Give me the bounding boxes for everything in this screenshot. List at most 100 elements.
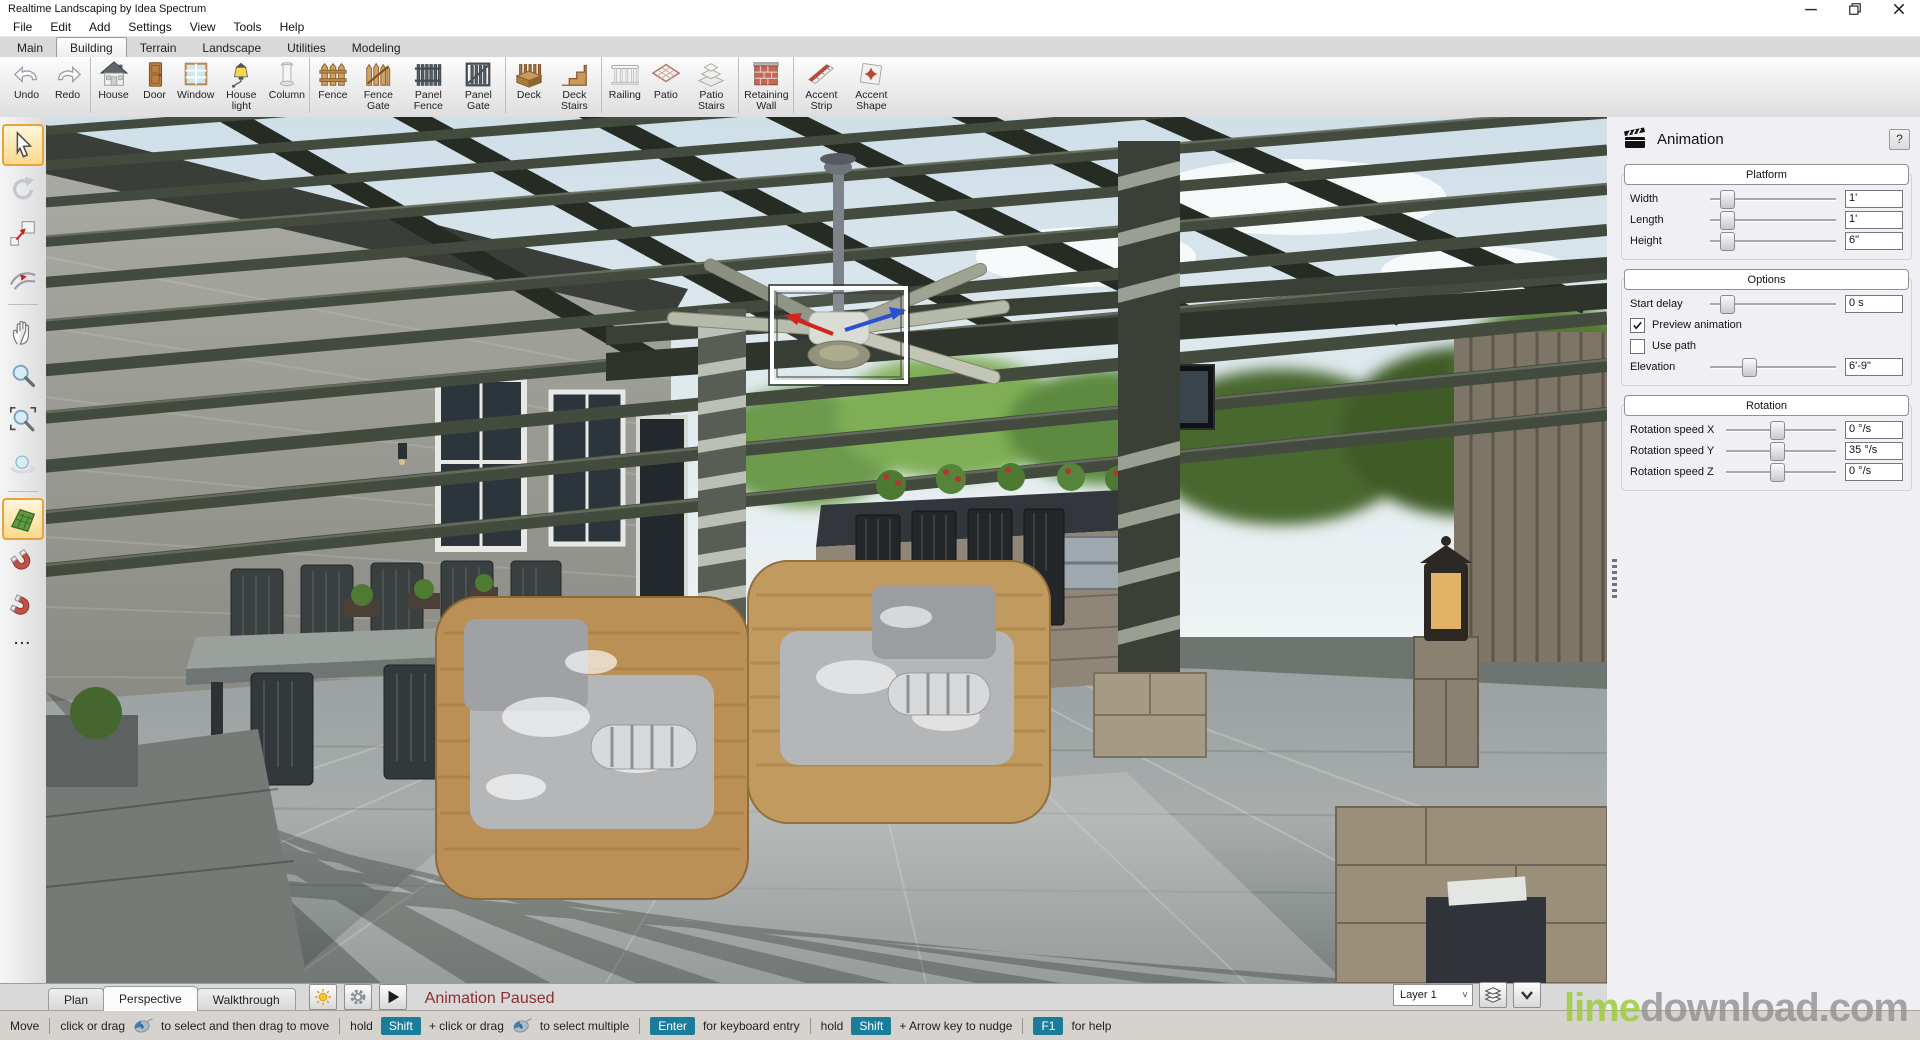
magnifier-region-icon — [8, 405, 38, 435]
restore-button[interactable] — [1848, 2, 1862, 16]
rotation-y-value-input[interactable]: 35 °/s — [1845, 442, 1903, 460]
terrain-grid-tool[interactable] — [2, 498, 44, 540]
height-slider-thumb[interactable] — [1720, 232, 1735, 251]
height-row: Height 6" — [1630, 231, 1903, 251]
panel-gate-button[interactable]: Panel Gate — [453, 58, 503, 112]
panel-splitter[interactable] — [1612, 559, 1617, 599]
platform-group: Platform Width 1' Length 1' Height 6" — [1621, 173, 1912, 260]
zoom-region-tool[interactable] — [2, 399, 44, 441]
viewport-3d[interactable] — [46, 117, 1607, 983]
select-tool[interactable] — [2, 124, 44, 166]
rotation-z-value-input[interactable]: 0 °/s — [1845, 463, 1903, 481]
layers-button[interactable] — [1479, 982, 1507, 1008]
f1-key-badge: F1 — [1033, 1017, 1063, 1035]
menu-edit[interactable]: Edit — [41, 20, 80, 34]
tab-landscape[interactable]: Landscape — [189, 38, 274, 58]
rotation-group: Rotation Rotation speed X 0 °/s Rotation… — [1621, 404, 1912, 491]
move-object-tool[interactable] — [2, 212, 44, 254]
start-delay-value-input[interactable]: 0 s — [1845, 295, 1903, 313]
door-button[interactable]: Door — [134, 58, 175, 101]
ribbon-tab-strip: Main Building Terrain Landscape Utilitie… — [0, 36, 1920, 58]
more-tools-button[interactable]: ... — [14, 631, 32, 647]
width-slider-thumb[interactable] — [1720, 190, 1735, 209]
accent-shape-button[interactable]: Accent Shape — [846, 58, 896, 112]
panel-fence-button[interactable]: Panel Fence — [403, 58, 453, 112]
options-group-header[interactable]: Options — [1624, 269, 1909, 290]
edit-curve-tool[interactable] — [2, 256, 44, 298]
tab-perspective[interactable]: Perspective — [103, 986, 198, 1011]
column-button[interactable]: Column — [266, 58, 307, 101]
close-button[interactable] — [1892, 2, 1906, 16]
menu-help[interactable]: Help — [271, 20, 314, 34]
tab-utilities[interactable]: Utilities — [274, 38, 339, 58]
accent-strip-button[interactable]: Accent Strip — [796, 58, 846, 112]
rotation-z-slider-thumb[interactable] — [1770, 463, 1785, 482]
undo-button[interactable]: Undo — [6, 58, 47, 101]
snap-grid-tool[interactable] — [2, 542, 44, 584]
pan-tool[interactable] — [2, 311, 44, 353]
view-settings-button[interactable] — [344, 984, 372, 1010]
window-button[interactable]: Window — [175, 58, 216, 101]
rotation-z-slider[interactable] — [1724, 462, 1838, 482]
help-button[interactable]: ? — [1889, 129, 1910, 150]
menu-settings[interactable]: Settings — [119, 20, 180, 34]
width-slider[interactable] — [1708, 189, 1838, 209]
zoom-tool[interactable] — [2, 355, 44, 397]
rotation-group-header[interactable]: Rotation — [1624, 395, 1909, 416]
start-delay-slider-thumb[interactable] — [1720, 295, 1735, 314]
patio-stairs-button[interactable]: Patio Stairs — [686, 58, 736, 112]
tab-walkthrough[interactable]: Walkthrough — [197, 988, 296, 1011]
menu-view[interactable]: View — [181, 20, 225, 34]
length-slider[interactable] — [1708, 210, 1838, 230]
panel-collapse-button[interactable] — [1513, 982, 1541, 1008]
height-slider[interactable] — [1708, 231, 1838, 251]
house-button[interactable]: House — [93, 58, 134, 101]
rotation-x-slider-thumb[interactable] — [1770, 421, 1785, 440]
application-window: Realtime Landscaping by Idea Spectrum Fi… — [0, 0, 1920, 1040]
tab-building[interactable]: Building — [56, 37, 127, 58]
fence-button[interactable]: Fence — [312, 58, 353, 101]
tab-modeling[interactable]: Modeling — [339, 38, 414, 58]
magnet-icon — [8, 592, 38, 622]
magnifier-icon — [8, 361, 38, 391]
snap-object-tool[interactable] — [2, 586, 44, 628]
deck-button[interactable]: Deck — [508, 58, 549, 101]
rotation-x-slider[interactable] — [1724, 420, 1838, 440]
rotate-tool[interactable] — [2, 168, 44, 210]
patio-button[interactable]: Patio — [645, 58, 686, 101]
menu-tools[interactable]: Tools — [225, 20, 271, 34]
start-delay-row: Start delay 0 s — [1630, 294, 1903, 314]
menu-file[interactable]: File — [4, 20, 41, 34]
tab-main[interactable]: Main — [4, 38, 56, 58]
railing-button[interactable]: Railing — [604, 58, 645, 101]
elevation-value-input[interactable]: 6'-9" — [1845, 358, 1903, 376]
length-value-input[interactable]: 1' — [1845, 211, 1903, 229]
house-light-button[interactable]: House light — [216, 58, 266, 112]
tab-terrain[interactable]: Terrain — [127, 38, 190, 58]
retaining-wall-button[interactable]: Retaining Wall — [741, 58, 791, 112]
height-value-input[interactable]: 6" — [1845, 232, 1903, 250]
rotation-y-slider[interactable] — [1724, 441, 1838, 461]
redo-button[interactable]: Redo — [47, 58, 88, 101]
start-delay-slider[interactable] — [1708, 294, 1838, 314]
tab-plan[interactable]: Plan — [48, 988, 104, 1011]
minimize-button[interactable] — [1804, 2, 1818, 16]
rotate-view-tool[interactable] — [2, 443, 44, 485]
lighting-button[interactable] — [309, 984, 337, 1010]
preview-animation-checkbox[interactable] — [1630, 318, 1645, 333]
play-animation-button[interactable] — [379, 984, 407, 1010]
deck-stairs-button[interactable]: Deck Stairs — [549, 58, 599, 112]
rotation-y-slider-thumb[interactable] — [1770, 442, 1785, 461]
railing-icon — [610, 59, 640, 89]
width-value-input[interactable]: 1' — [1845, 190, 1903, 208]
elevation-slider-thumb[interactable] — [1742, 358, 1757, 377]
panel-fence-icon — [413, 59, 443, 89]
elevation-slider[interactable] — [1708, 357, 1838, 377]
menu-add[interactable]: Add — [80, 20, 119, 34]
use-path-checkbox[interactable] — [1630, 339, 1645, 354]
rotation-x-value-input[interactable]: 0 °/s — [1845, 421, 1903, 439]
fence-gate-button[interactable]: Fence Gate — [353, 58, 403, 112]
layer-select[interactable]: Layer 1 ˅ — [1393, 984, 1473, 1006]
length-slider-thumb[interactable] — [1720, 211, 1735, 230]
platform-group-header[interactable]: Platform — [1624, 164, 1909, 185]
